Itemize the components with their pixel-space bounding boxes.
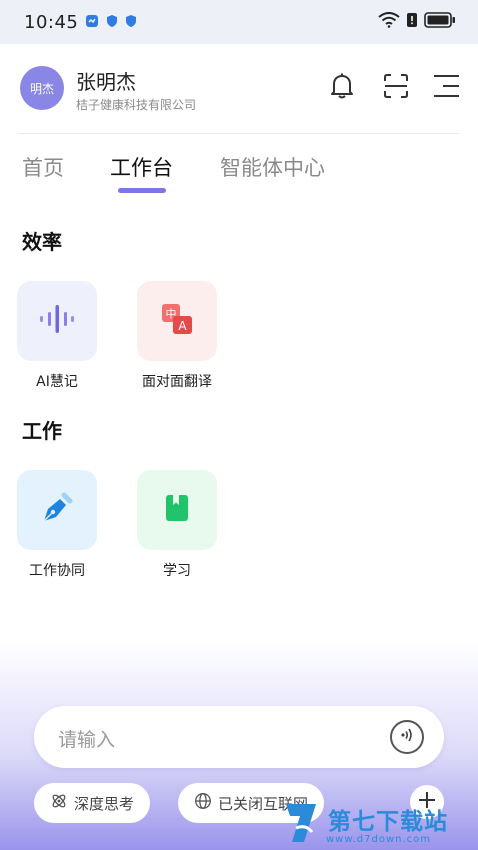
section-title-efficiency: 效率 bbox=[22, 230, 62, 254]
bell-icon[interactable] bbox=[326, 70, 358, 102]
tab-workbench[interactable]: 工作台 bbox=[110, 152, 173, 182]
deep-thinking-label: 深度思考 bbox=[74, 794, 135, 813]
translate-icon: 中A bbox=[159, 301, 195, 341]
voice-input-button[interactable] bbox=[390, 720, 424, 754]
translate-tile[interactable]: 中A bbox=[137, 281, 217, 361]
tab-home[interactable]: 首页 bbox=[22, 152, 64, 182]
watermark-url: www.d7down.com bbox=[326, 834, 432, 845]
watermark-title: 第七下载站 bbox=[328, 809, 448, 835]
learning-tile[interactable] bbox=[137, 470, 217, 550]
collaboration-tile[interactable] bbox=[17, 470, 97, 550]
app-notification-icon bbox=[85, 13, 99, 32]
active-tab-indicator bbox=[118, 188, 166, 193]
watermark-logo-icon bbox=[282, 798, 324, 850]
alert-icon bbox=[406, 12, 418, 32]
organization-name: 桔子健康科技有限公司 bbox=[76, 98, 197, 112]
ai-notes-label: AI慧记 bbox=[36, 374, 78, 390]
pen-icon bbox=[38, 489, 76, 531]
shield-icon bbox=[106, 13, 118, 32]
ai-notes-tile[interactable] bbox=[17, 281, 97, 361]
header-divider bbox=[18, 133, 460, 134]
status-right bbox=[378, 12, 456, 32]
avatar[interactable]: 明杰 bbox=[20, 66, 64, 110]
atom-icon bbox=[50, 792, 68, 814]
collaboration-label: 工作协同 bbox=[29, 563, 85, 579]
deep-thinking-chip[interactable]: 深度思考 bbox=[34, 783, 151, 823]
voice-wave-icon bbox=[37, 302, 77, 340]
sound-wave-icon bbox=[398, 726, 416, 748]
wifi-icon bbox=[378, 12, 400, 32]
shield-icon bbox=[125, 13, 137, 32]
battery-icon bbox=[424, 12, 456, 32]
menu-icon[interactable] bbox=[430, 70, 462, 102]
tab-bar: 首页 工作台 智能体中心 bbox=[0, 148, 478, 198]
scan-icon[interactable] bbox=[380, 70, 412, 102]
svg-text:A: A bbox=[178, 319, 187, 333]
translate-label: 面对面翻译 bbox=[142, 374, 212, 390]
status-left: 10:45 bbox=[24, 12, 137, 33]
watermark: 第七下载站 www.d7down.com bbox=[282, 796, 478, 850]
section-title-work: 工作 bbox=[22, 419, 62, 443]
status-bar: 10:45 bbox=[0, 0, 478, 44]
input-placeholder: 请输入 bbox=[58, 729, 116, 751]
learning-label: 学习 bbox=[163, 563, 191, 579]
message-input[interactable]: 请输入 bbox=[34, 706, 444, 768]
status-time: 10:45 bbox=[24, 11, 79, 33]
tab-agent-center[interactable]: 智能体中心 bbox=[220, 152, 325, 182]
globe-icon bbox=[194, 792, 212, 814]
user-name: 张明杰 bbox=[76, 70, 136, 94]
app-header: 明杰 张明杰 桔子健康科技有限公司 bbox=[0, 44, 478, 134]
book-icon bbox=[162, 492, 192, 528]
